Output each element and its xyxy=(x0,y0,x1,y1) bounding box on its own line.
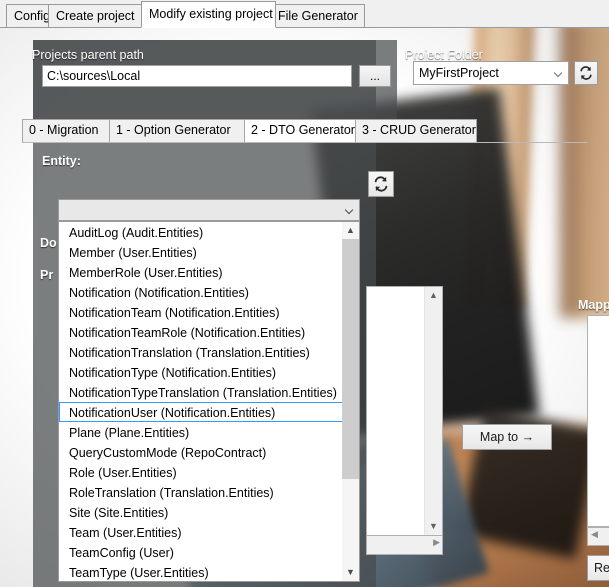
entity-dropdown-item[interactable]: NotificationTranslation (Translation.Ent… xyxy=(59,342,344,362)
entity-dropdown-item[interactable]: AuditLog (Audit.Entities) xyxy=(59,222,344,242)
subtab-migration[interactable]: 0 - Migration xyxy=(22,119,110,142)
chevron-down-icon[interactable]: ▼ xyxy=(342,564,359,581)
entity-dropdown-item[interactable]: Site (Site.Entities) xyxy=(59,502,344,522)
entity-dropdown-scrollbar[interactable]: ▲ ▼ xyxy=(342,222,359,581)
scrollbar-thumb[interactable] xyxy=(342,239,359,479)
chevron-left-icon[interactable]: ◀ xyxy=(591,529,598,540)
properties-label: Pr xyxy=(40,268,54,282)
entity-dropdown-item[interactable]: Plane (Plane.Entities) xyxy=(59,422,344,442)
entity-select[interactable] xyxy=(58,199,360,221)
projects-parent-path-input[interactable]: C:\sources\Local xyxy=(42,65,352,87)
generator-tab-divider xyxy=(22,142,587,143)
entity-dropdown-item[interactable]: NotificationTeam (Notification.Entities) xyxy=(59,302,344,322)
entity-dropdown-item[interactable]: NotificationType (Notification.Entities) xyxy=(59,362,344,382)
entity-dropdown-item[interactable]: TeamConfig (User) xyxy=(59,542,344,562)
subtab-option-generator[interactable]: 1 - Option Generator xyxy=(109,119,245,142)
project-folder-value: MyFirstProject xyxy=(419,66,499,80)
generator-tab-strip: 0 - Migration 1 - Option Generator 2 - D… xyxy=(22,119,587,143)
map-to-button[interactable]: Map to → xyxy=(462,424,552,450)
project-folder-select[interactable]: MyFirstProject xyxy=(413,61,569,85)
entity-dropdown-item[interactable]: Team (User.Entities) xyxy=(59,522,344,542)
entity-dropdown-item[interactable]: MemberRole (User.Entities) xyxy=(59,262,344,282)
entity-dropdown-popup[interactable]: AuditLog (Audit.Entities) Member (User.En… xyxy=(58,221,360,582)
refresh-entity-button[interactable] xyxy=(368,171,394,197)
mapping-label: Mappin xyxy=(578,298,609,312)
refresh-project-folder-button[interactable] xyxy=(574,61,598,85)
tab-create-project[interactable]: Create project xyxy=(48,4,149,28)
entity-label: Entity: xyxy=(42,154,81,168)
subtab-crud-generator[interactable]: 3 - CRUD Generator xyxy=(355,119,477,142)
tab-file-generator[interactable]: File Generator xyxy=(270,4,365,28)
entity-dropdown-item[interactable]: RoleTranslation (Translation.Entities) xyxy=(59,482,344,502)
browse-button[interactable]: ... xyxy=(359,65,391,87)
entity-dropdown-item[interactable]: Notification (Notification.Entities) xyxy=(59,282,344,302)
entity-dropdown-item[interactable]: NotificationTeamRole (Notification.Entit… xyxy=(59,322,344,342)
refresh-icon xyxy=(369,174,393,194)
refresh-icon xyxy=(575,64,597,82)
entity-dropdown-item[interactable]: NotificationTypeTranslation (Translation… xyxy=(59,382,344,402)
chevron-down-icon xyxy=(555,69,562,76)
entity-dropdown-item[interactable]: Member (User.Entities) xyxy=(59,242,344,262)
documents-label: Do xyxy=(40,236,57,250)
project-folder-label: Project Folder xyxy=(405,48,483,62)
entity-dropdown-item[interactable]: TeamType (User.Entities) xyxy=(59,562,344,581)
source-properties-listbox[interactable]: ▲ ▼ xyxy=(366,286,443,536)
main-tab-strip: Config Create project Modify existing pr… xyxy=(0,0,609,28)
reset-mapping-button[interactable]: Re xyxy=(587,555,609,581)
subtab-dto-generator[interactable]: 2 - DTO Generator xyxy=(244,119,356,142)
projects-parent-path-label: Projects parent path xyxy=(32,48,144,62)
source-listbox-hscrollbar[interactable]: ▶ xyxy=(366,536,443,555)
source-listbox-vscrollbar[interactable]: ▲ ▼ xyxy=(424,287,442,535)
entity-dropdown-item[interactable]: QueryCustomMode (RepoContract) xyxy=(59,442,344,462)
mapping-listbox-hscrollbar[interactable]: ◀ xyxy=(587,527,609,546)
chevron-down-icon xyxy=(346,206,353,213)
entity-dropdown-item[interactable]: Role (User.Entities) xyxy=(59,462,344,482)
tab-modify-existing-project[interactable]: Modify existing project xyxy=(141,1,276,28)
page-body: Projects parent path C:\sources\Local ..… xyxy=(0,28,609,587)
chevron-up-icon[interactable]: ▲ xyxy=(425,287,442,304)
mapping-listbox[interactable] xyxy=(587,315,609,527)
chevron-down-icon[interactable]: ▼ xyxy=(425,518,442,535)
entity-dropdown-item[interactable]: NotificationUser (Notification.Entities) xyxy=(59,402,344,422)
chevron-up-icon[interactable]: ▲ xyxy=(342,222,359,239)
application-window: Config Create project Modify existing pr… xyxy=(0,0,609,587)
chevron-right-icon[interactable]: ▶ xyxy=(433,537,440,548)
entity-dropdown-list[interactable]: AuditLog (Audit.Entities) Member (User.En… xyxy=(59,222,344,581)
